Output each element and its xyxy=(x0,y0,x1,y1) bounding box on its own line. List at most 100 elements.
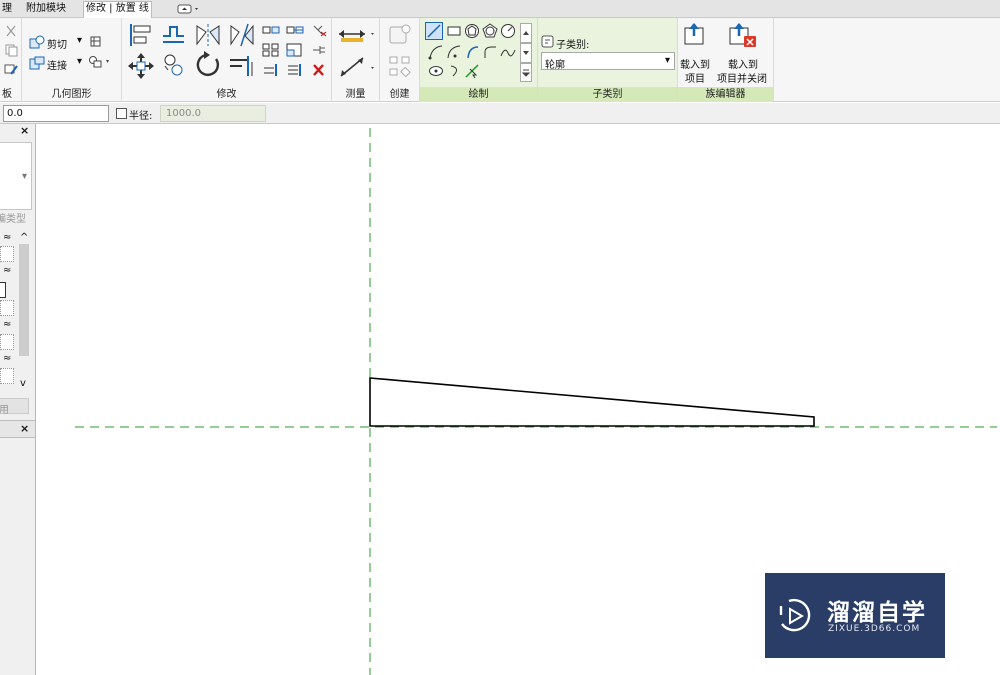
scrollbar[interactable] xyxy=(19,244,29,356)
family-editor-panel: 载入到 项目 载入到 项目并关闭 族编辑器 xyxy=(678,18,774,102)
radius-input[interactable]: 1000.0 xyxy=(160,105,266,122)
tab-management[interactable]: 理 xyxy=(0,2,14,17)
options-bar: 0.0 半径: 1000.0 xyxy=(0,103,1000,124)
circle-tool[interactable] xyxy=(500,23,516,39)
property-value-cell[interactable] xyxy=(0,282,6,298)
tangent-end-arc-tool[interactable] xyxy=(464,44,480,60)
collapse-icon[interactable]: ≈ xyxy=(3,319,11,330)
fillet-arc-tool[interactable] xyxy=(482,44,498,60)
trim-extend-multiple-icon[interactable] xyxy=(286,63,304,77)
circumscribed-polygon-tool[interactable] xyxy=(482,23,498,39)
mirror-pick-axis-icon[interactable] xyxy=(194,22,222,48)
join-dropdown-icon[interactable]: ▾ xyxy=(77,56,82,67)
load-and-close-label-line2: 项目并关闭 xyxy=(717,74,767,85)
modify-panel-label: 修改 xyxy=(216,89,237,100)
property-value-cell[interactable] xyxy=(0,368,14,384)
split-face-icon[interactable] xyxy=(88,55,112,69)
rotate-icon[interactable] xyxy=(194,50,224,80)
cut-dropdown-icon[interactable]: ▾ xyxy=(77,35,82,46)
property-grid: ≈ ^ ≈ ≈ ≈ v xyxy=(0,232,35,392)
radius-checkbox[interactable] xyxy=(116,108,127,119)
load-into-project-and-close-button[interactable]: 载入到 项目并关闭 xyxy=(714,18,774,86)
load-and-close-icon xyxy=(728,22,758,48)
offset-icon[interactable] xyxy=(160,22,188,48)
spline-tool[interactable] xyxy=(500,44,516,60)
contextual-dropdown-icon[interactable] xyxy=(176,3,202,15)
draw-gallery-scroll-icon[interactable] xyxy=(520,23,532,83)
scale-icon[interactable] xyxy=(286,43,304,57)
geometry-panel: 剪切 ▾ 连接 ▾ 几何图形 xyxy=(22,18,122,102)
radius-value: 1000.0 xyxy=(166,108,201,119)
apply-button[interactable]: 用 xyxy=(0,398,29,416)
move-icon[interactable] xyxy=(127,52,155,80)
load-into-project-button[interactable]: 载入到 项目 xyxy=(678,18,712,86)
copy-icon[interactable] xyxy=(262,23,280,37)
ribbon-tab-bar: 理 附加模块 修改 | 放置 线 xyxy=(0,0,1000,18)
close-icon[interactable]: × xyxy=(20,422,29,435)
rectangle-tool[interactable] xyxy=(446,24,462,38)
offset-input[interactable]: 0.0 xyxy=(3,105,109,122)
join-geometry-label[interactable]: 连接 xyxy=(47,57,67,72)
modify-panel: 修改 xyxy=(122,18,332,102)
rotate-copy-icon[interactable] xyxy=(160,52,188,80)
array-icon[interactable] xyxy=(262,43,280,57)
chevron-down-icon: ▾ xyxy=(664,55,670,66)
pin-icon[interactable] xyxy=(310,43,328,57)
inscribed-polygon-tool[interactable] xyxy=(464,23,480,39)
ellipse-tool[interactable] xyxy=(428,64,444,78)
delete-icon[interactable] xyxy=(310,63,328,77)
component-icon[interactable] xyxy=(387,22,413,48)
tab-modify-place-line[interactable]: 修改 | 放置 线 xyxy=(83,1,152,18)
wall-joins-icon[interactable] xyxy=(88,34,104,48)
apply-label: 用 xyxy=(0,405,9,416)
clipboard-panel-label: 板 xyxy=(2,89,12,100)
move-copy-icon[interactable] xyxy=(286,23,304,37)
start-end-radius-arc-tool[interactable] xyxy=(428,44,444,60)
draw-panel-label: 绘制 xyxy=(420,87,537,102)
trim-extend-corner-icon[interactable] xyxy=(228,52,256,80)
center-ends-arc-tool[interactable] xyxy=(446,44,462,60)
edit-type-label[interactable]: 编类型 xyxy=(0,210,26,225)
align-icon[interactable] xyxy=(127,22,155,48)
aligned-dimension-icon[interactable] xyxy=(337,54,377,80)
copy-clipboard-icon[interactable] xyxy=(4,43,18,57)
property-value-cell[interactable] xyxy=(0,334,14,350)
mirror-draw-axis-icon[interactable] xyxy=(228,22,256,48)
collapse-icon[interactable]: ≈ xyxy=(3,265,11,276)
collapse-icon[interactable]: ≈ xyxy=(3,232,11,243)
create-panel-label: 创建 xyxy=(389,89,410,100)
subcategory-select[interactable]: 轮廓 ▾ xyxy=(541,52,675,71)
cut-geometry-label[interactable]: 剪切 xyxy=(47,36,67,51)
trim-extend-single-icon[interactable] xyxy=(262,63,280,77)
load-into-project-label-line2: 项目 xyxy=(685,74,705,85)
property-value-cell[interactable] xyxy=(0,300,14,316)
create-panel: 创建 xyxy=(380,18,420,102)
type-selector[interactable]: ▾ xyxy=(0,142,32,210)
partial-ellipse-tool[interactable] xyxy=(448,64,464,78)
scroll-down-icon[interactable]: v xyxy=(20,378,26,389)
properties-pane: × ▾ 编类型 ≈ ^ ≈ ≈ ≈ v 用 × xyxy=(0,124,36,675)
measure-between-refs-icon[interactable] xyxy=(337,24,377,44)
create-group-icon[interactable] xyxy=(387,54,413,80)
unpin-icon[interactable] xyxy=(310,23,328,37)
match-properties-icon[interactable] xyxy=(4,62,18,76)
chevron-down-icon: ▾ xyxy=(22,171,28,182)
cut-clipboard-icon[interactable] xyxy=(4,24,18,38)
measure-panel-label: 测量 xyxy=(345,89,366,100)
property-value-cell[interactable] xyxy=(0,246,14,262)
join-geometry-icon[interactable] xyxy=(29,56,45,70)
subcategory-icon xyxy=(541,35,555,49)
collapse-icon[interactable]: ≈ xyxy=(3,353,11,364)
draw-line-tool[interactable] xyxy=(425,22,443,40)
project-browser-header: × xyxy=(0,420,35,438)
close-icon[interactable]: × xyxy=(20,124,29,137)
pick-lines-tool[interactable] xyxy=(464,63,480,79)
scroll-up-icon[interactable]: ^ xyxy=(20,232,28,243)
family-editor-panel-label: 族编辑器 xyxy=(678,87,773,102)
profile-sketch-outline[interactable] xyxy=(369,377,815,427)
tab-addins[interactable]: 附加模块 xyxy=(24,2,68,17)
subcategory-field-label: 子类别: xyxy=(556,40,590,51)
geometry-panel-label: 几何图形 xyxy=(51,89,92,100)
cut-geometry-icon[interactable] xyxy=(29,35,45,49)
watermark-url: ZIXUE.3D66.COM xyxy=(828,624,921,634)
